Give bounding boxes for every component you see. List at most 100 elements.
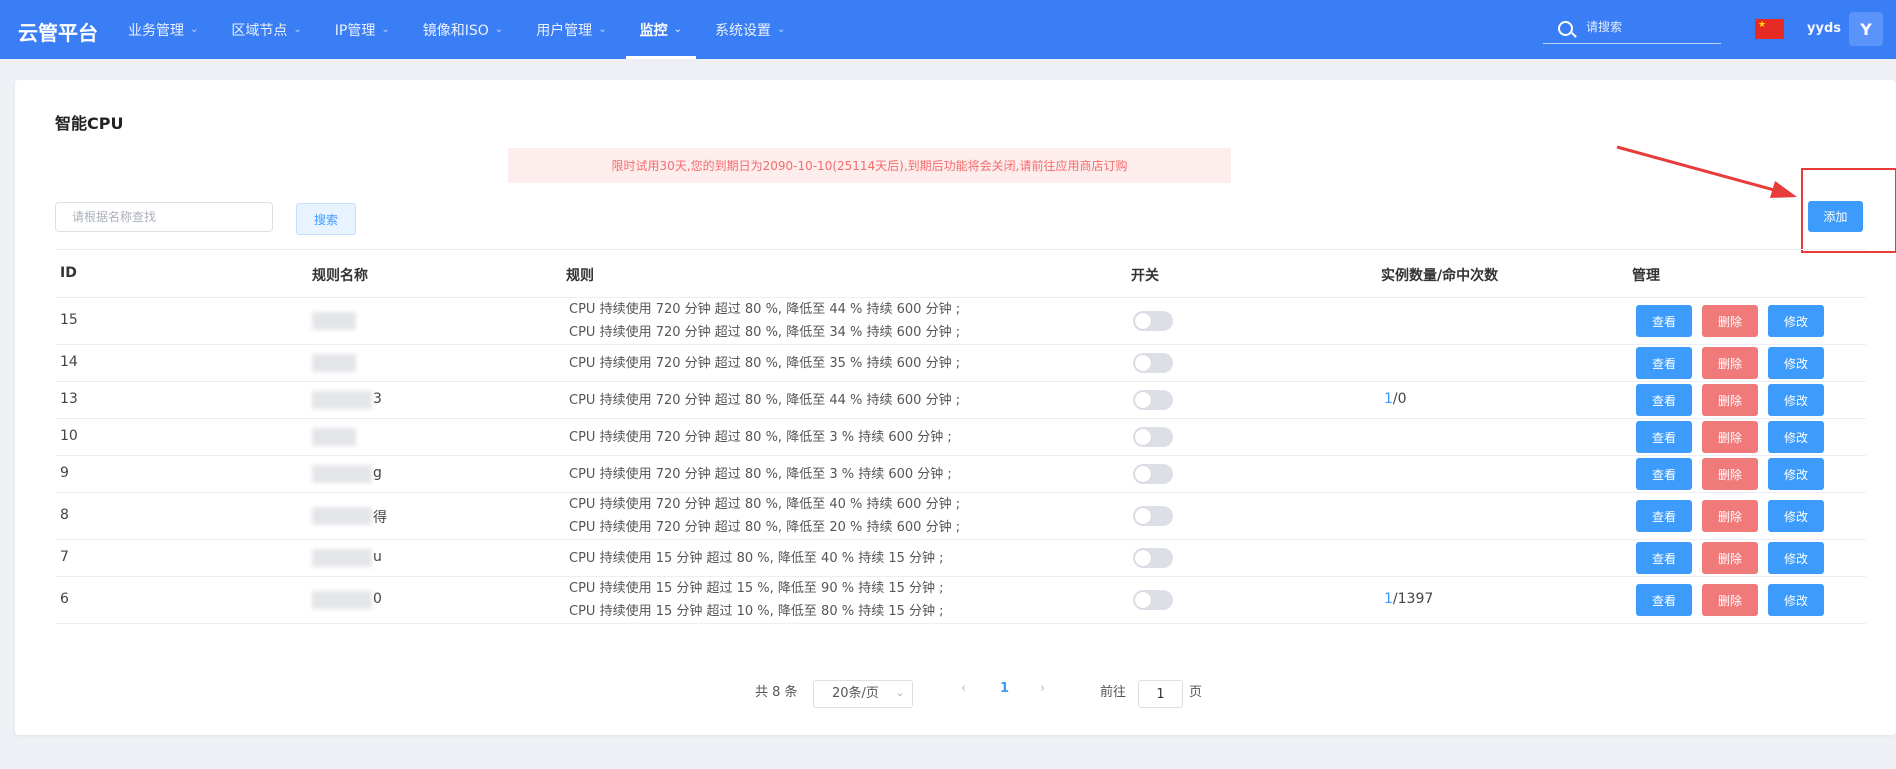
view-button[interactable]: 查看 [1636, 584, 1692, 616]
redacted-name [312, 549, 372, 567]
cell-id: 10 [60, 428, 78, 444]
table-row: 13 3 CPU 持续使用 720 分钟 超过 80 %, 降低至 44 % 持续 … [55, 382, 1866, 419]
delete-button[interactable]: 删除 [1702, 584, 1758, 616]
switch-toggle[interactable] [1133, 506, 1173, 526]
edit-button[interactable]: 修改 [1768, 305, 1824, 337]
edit-button[interactable]: 修改 [1768, 584, 1824, 616]
nav-label: 系统设置 [714, 22, 771, 39]
chevron-down-icon: ⌄ [494, 24, 504, 35]
nav-image[interactable]: 镜像和ISO ⌄ [409, 0, 517, 59]
delete-button[interactable]: 删除 [1702, 458, 1758, 490]
switch-toggle[interactable] [1133, 590, 1173, 610]
edit-button[interactable]: 修改 [1768, 421, 1824, 453]
main-nav: 业务管理 ⌄ 区域节点 ⌄ IP管理 ⌄ 镜像和ISO ⌄ 用户管理 ⌄ 监控 ⌄ 系统设置 ⌄ [114, 0, 804, 59]
global-search-input[interactable] [1584, 19, 1718, 35]
switch-toggle[interactable] [1133, 548, 1173, 568]
delete-button[interactable]: 删除 [1702, 347, 1758, 379]
nav-monitor[interactable]: 监控 ⌄ [625, 0, 697, 59]
delete-button[interactable]: 删除 [1702, 500, 1758, 532]
edit-button[interactable]: 修改 [1768, 500, 1824, 532]
rule-line: CPU 持续使用 720 分钟 超过 80 %, 降低至 34 % 持续 600… [569, 325, 961, 340]
cell-rules: CPU 持续使用 720 分钟 超过 80 %, 降低至 40 % 持续 600… [569, 493, 960, 539]
header-rule: 规则 [566, 268, 594, 284]
instance-count-link[interactable]: 1 [1384, 591, 1393, 607]
nav-ip[interactable]: IP管理 ⌄ [321, 0, 404, 59]
prev-page-icon[interactable]: ‹ [961, 681, 966, 696]
switch-toggle[interactable] [1133, 353, 1173, 373]
cell-id: 15 [60, 312, 78, 328]
table-header: ID 规则名称 规则 开关 实例数量/命中次数 管理 [55, 249, 1866, 298]
edit-button[interactable]: 修改 [1768, 384, 1824, 416]
view-button[interactable]: 查看 [1636, 421, 1692, 453]
cell-rule-name: 3 [373, 391, 382, 407]
switch-toggle[interactable] [1133, 390, 1173, 410]
search-button[interactable]: 搜索 [296, 203, 356, 235]
rule-line: CPU 持续使用 15 分钟 超过 15 %, 降低至 90 % 持续 15 分… [569, 581, 944, 596]
cell-rules: CPU 持续使用 720 分钟 超过 80 %, 降低至 3 % 持续 600 … [569, 426, 952, 449]
redacted-name [312, 507, 372, 525]
search-icon[interactable] [1558, 21, 1573, 36]
edit-button[interactable]: 修改 [1768, 542, 1824, 574]
header-rule-name: 规则名称 [312, 268, 368, 284]
view-button[interactable]: 查看 [1636, 500, 1692, 532]
username[interactable]: yyds [1807, 21, 1841, 36]
table-body: 15 CPU 持续使用 720 分钟 超过 80 %, 降低至 44 % 持续 6… [55, 298, 1866, 624]
rule-line: CPU 持续使用 720 分钟 超过 80 %, 降低至 3 % 持续 600 … [569, 466, 952, 482]
page-size-value: 20条/页 [832, 686, 879, 701]
brand-logo-text[interactable]: 云管平台 [18, 17, 98, 46]
pagination-total: 共 8 条 [755, 685, 798, 700]
view-button[interactable]: 查看 [1636, 458, 1692, 490]
table-row: 9 g CPU 持续使用 720 分钟 超过 80 %, 降低至 3 % 持续 60… [55, 456, 1866, 493]
delete-button[interactable]: 删除 [1702, 305, 1758, 337]
edit-button[interactable]: 修改 [1768, 347, 1824, 379]
china-flag-icon[interactable]: ★ [1755, 19, 1784, 39]
header-switch: 开关 [1131, 268, 1159, 284]
nav-business[interactable]: 业务管理 ⌄ [114, 0, 212, 59]
global-search[interactable] [1543, 14, 1721, 44]
nav-settings[interactable]: 系统设置 ⌄ [701, 0, 799, 59]
name-filter-input[interactable] [55, 202, 273, 232]
current-page[interactable]: 1 [1000, 681, 1009, 696]
delete-button[interactable]: 删除 [1702, 542, 1758, 574]
chevron-down-icon: ⌄ [190, 24, 199, 35]
delete-button[interactable]: 删除 [1702, 384, 1758, 416]
chevron-down-icon: ⌄ [673, 24, 682, 35]
view-button[interactable]: 查看 [1636, 305, 1692, 337]
view-button[interactable]: 查看 [1636, 384, 1692, 416]
goto-page-input[interactable] [1138, 680, 1183, 708]
switch-toggle[interactable] [1133, 427, 1173, 447]
rule-line: CPU 持续使用 720 分钟 超过 80 %, 降低至 44 % 持续 600… [569, 302, 961, 317]
nav-user[interactable]: 用户管理 ⌄ [522, 0, 620, 59]
table-row: 15 CPU 持续使用 720 分钟 超过 80 %, 降低至 44 % 持续 6… [55, 298, 1866, 345]
nav-label: 业务管理 [128, 22, 184, 39]
avatar[interactable]: Y [1849, 12, 1883, 46]
rule-line: CPU 持续使用 720 分钟 超过 80 %, 降低至 35 % 持续 600… [569, 355, 961, 371]
cell-id: 13 [60, 391, 78, 407]
rule-line: CPU 持续使用 720 分钟 超过 80 %, 降低至 44 % 持续 600… [569, 392, 961, 408]
main-card: 智能CPU 限时试用30天,您的到期日为2090-10-10(25114天后),… [15, 80, 1896, 735]
cell-rule-name: g [373, 465, 382, 481]
chevron-down-icon: ⌄ [381, 24, 390, 35]
page-size-select[interactable]: 20条/页 ⌄ [813, 680, 913, 708]
rule-line: CPU 持续使用 15 分钟 超过 80 %, 降低至 40 % 持续 15 分… [569, 550, 944, 566]
instance-count-link[interactable]: 1 [1384, 391, 1393, 407]
switch-toggle[interactable] [1133, 311, 1173, 331]
delete-button[interactable]: 删除 [1702, 421, 1758, 453]
redacted-name [312, 428, 356, 446]
view-button[interactable]: 查看 [1636, 542, 1692, 574]
cell-rule-name: 0 [373, 591, 382, 607]
chevron-down-icon: ⌄ [895, 688, 904, 699]
chevron-down-icon: ⌄ [776, 24, 786, 35]
switch-toggle[interactable] [1133, 464, 1173, 484]
cell-rules: CPU 持续使用 720 分钟 超过 80 %, 降低至 3 % 持续 600 … [569, 463, 952, 486]
next-page-icon[interactable]: › [1040, 681, 1045, 696]
redacted-name [312, 465, 372, 483]
nav-label: IP管理 [334, 22, 376, 39]
rules-table: ID 规则名称 规则 开关 实例数量/命中次数 管理 15 CPU 持续使用 72… [55, 249, 1866, 624]
nav-region[interactable]: 区域节点 ⌄ [217, 0, 315, 59]
edit-button[interactable]: 修改 [1768, 458, 1824, 490]
add-button[interactable]: 添加 [1808, 201, 1863, 232]
rule-line: CPU 持续使用 15 分钟 超过 10 %, 降低至 80 % 持续 15 分… [569, 604, 944, 619]
hit-count: /0 [1392, 391, 1407, 407]
view-button[interactable]: 查看 [1636, 347, 1692, 379]
